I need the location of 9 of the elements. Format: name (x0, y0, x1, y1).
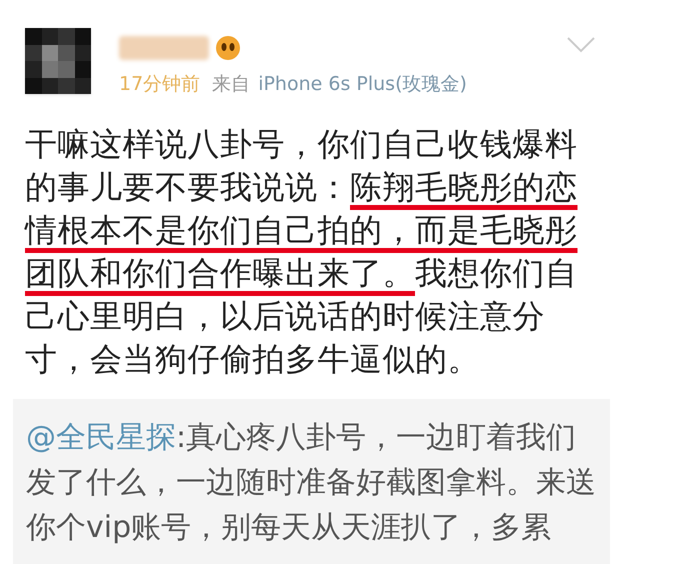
emoji-icon (215, 35, 241, 61)
post-time: 17分钟前 (119, 72, 200, 97)
repost-text: @全民星探:真心疼八卦号，一边盯着我们发了什么，一边随时准备好截图拿料。来送你个vip账号，别每天从天涯扒了，多累 (26, 418, 596, 546)
source-device[interactable]: iPhone 6s Plus(玫瑰金) (258, 70, 467, 98)
chevron-down-icon[interactable] (566, 36, 596, 54)
source-label: 来自 (212, 72, 250, 97)
post-text: 干嘛这样说八卦号，你们自己收钱爆料的事儿要不要我说说：陈翔毛晓彤的恋情根本不是你们自己拍的，而是毛晓彤团队和你们合作曝出来了。我想你们自己心里明白，以后说话的时候注意分寸，会当狗仔偷拍多牛逼似的。 (25, 124, 578, 380)
mention-link[interactable]: @全民星探 (26, 420, 176, 454)
avatar (25, 28, 91, 94)
